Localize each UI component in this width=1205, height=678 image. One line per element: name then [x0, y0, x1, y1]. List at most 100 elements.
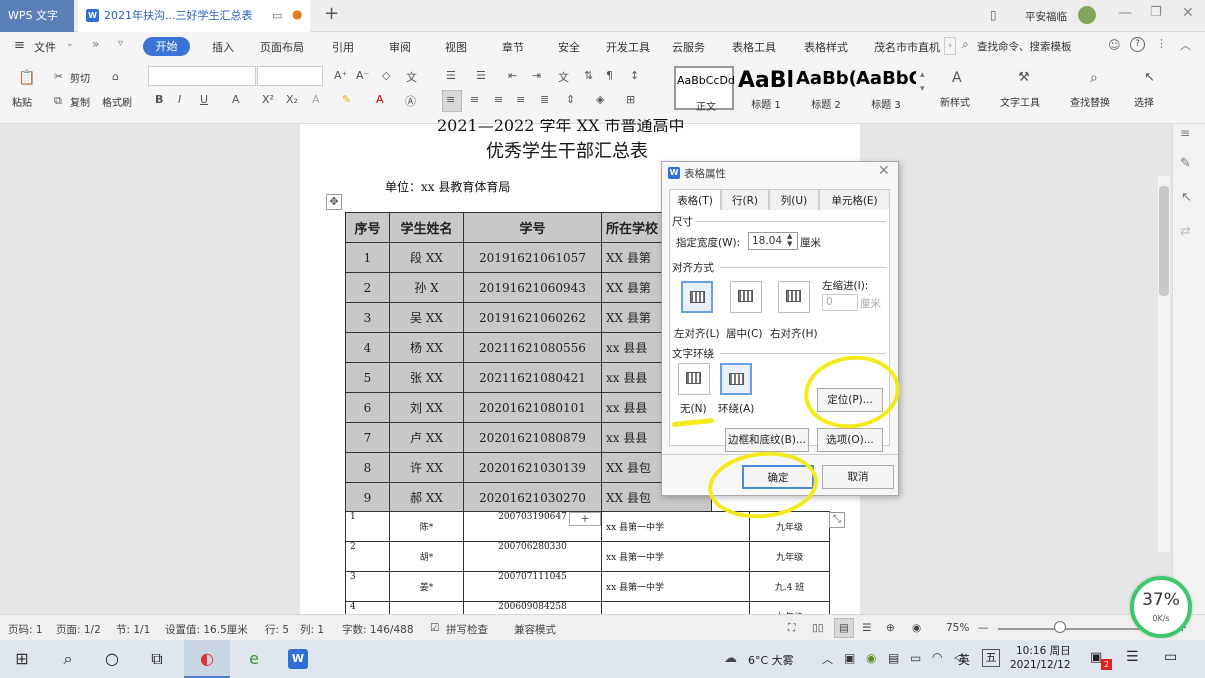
sidebar-expand-icon[interactable]: ≡	[1180, 126, 1190, 140]
superscript-icon[interactable]: X²	[262, 93, 274, 106]
shading-icon[interactable]: ◈	[596, 93, 604, 106]
cut-button[interactable]: 剪切	[70, 70, 90, 85]
align-right-label[interactable]: 右对齐(H)	[770, 326, 818, 341]
justify-icon[interactable]: ≡	[516, 93, 525, 106]
copy-icon[interactable]: ⧉	[54, 94, 62, 108]
wrap-none-option[interactable]	[678, 363, 710, 395]
align-right-option[interactable]	[778, 281, 810, 313]
cell-no[interactable]: 4	[345, 332, 390, 363]
cell-id[interactable]: 20201621030139	[463, 452, 602, 483]
text-tools-button[interactable]: 文字工具	[1000, 94, 1040, 109]
cell-no[interactable]: 8	[345, 452, 390, 483]
sidebar-edit-icon[interactable]: ✎	[1180, 156, 1191, 171]
cell-no[interactable]: 3	[345, 302, 390, 333]
status-words[interactable]: 字数: 146/488	[342, 622, 414, 637]
font-name-combo[interactable]	[148, 66, 256, 86]
cell-school[interactable]: xx 县第一中学	[601, 511, 750, 542]
action-center-icon[interactable]: ☰	[1126, 649, 1139, 665]
underline-icon[interactable]: U	[200, 93, 208, 106]
cell-no[interactable]: 9	[345, 482, 390, 513]
eye-protect-icon[interactable]: ◉	[912, 622, 921, 634]
tab-insert[interactable]: 插入	[212, 39, 234, 55]
tab-cell[interactable]: 单元格(E)	[819, 189, 890, 211]
cell-no[interactable]: 1	[345, 242, 390, 273]
window-icon[interactable]: ▭	[272, 9, 282, 22]
paste-icon[interactable]: 📋	[18, 70, 35, 86]
cell-no[interactable]: 7	[345, 422, 390, 453]
task-view-icon[interactable]: ⧉	[147, 649, 167, 669]
align-center-label[interactable]: 居中(C)	[726, 326, 763, 341]
web-view-icon[interactable]: ⊕	[886, 622, 895, 634]
browser-icon[interactable]: e	[244, 649, 264, 669]
windows-start-icon[interactable]: ⊞	[12, 649, 32, 669]
cell-name[interactable]: 孙 X	[389, 272, 464, 303]
numbering-icon[interactable]: ☰	[476, 69, 486, 82]
cell-name[interactable]: 吴 XX	[389, 302, 464, 333]
bold-icon[interactable]: B	[155, 93, 163, 106]
tab-security[interactable]: 安全	[558, 39, 580, 55]
search-icon[interactable]: ⌕	[58, 649, 78, 669]
cell-id[interactable]: 20211621080421	[463, 362, 602, 393]
increase-indent-icon[interactable]: ⇥	[532, 69, 541, 82]
double-chevron-icon[interactable]: »	[92, 37, 99, 51]
tray-expand-icon[interactable]: ︿	[822, 651, 833, 667]
cell-no[interactable]: 1	[345, 511, 390, 542]
cell-name[interactable]: 刘 XX	[389, 392, 464, 423]
menu-scroll-button[interactable]: ›	[944, 37, 956, 55]
sort-icon[interactable]: ⇅	[584, 69, 593, 82]
table-row[interactable]: 3吴 XX 20191621060262 XX 县第	[345, 302, 712, 333]
fullscreen-icon[interactable]: ⛶	[788, 622, 795, 635]
cell-id[interactable]: 200706280330	[463, 541, 602, 572]
cortana-icon[interactable]: ○	[102, 649, 122, 669]
spellcheck-icon[interactable]: ☑	[430, 622, 439, 634]
table-row[interactable]: 1段 XX 20191621061057 XX 县第	[345, 242, 712, 273]
tab-reference[interactable]: 引用	[332, 39, 354, 55]
text-effect-icon[interactable]: A	[312, 93, 320, 106]
style-heading-3[interactable]: AaBbC 标题 3	[856, 66, 916, 111]
bullets-icon[interactable]: ☰	[446, 69, 456, 82]
style-heading-2[interactable]: AaBb( 标题 2	[796, 66, 856, 111]
font-color-icon[interactable]: A	[376, 93, 384, 106]
tab-table-tools[interactable]: 表格工具	[732, 39, 776, 55]
cell-name[interactable]: 张 XX	[389, 362, 464, 393]
tab-home[interactable]: 开始	[143, 37, 190, 56]
cell-id[interactable]: 20211621080556	[463, 332, 602, 363]
cell-id[interactable]: 20201621080879	[463, 422, 602, 453]
hamburger-icon[interactable]: ≡	[14, 38, 25, 53]
scrollbar-thumb[interactable]	[1159, 186, 1169, 296]
minimize-button[interactable]: —	[1118, 5, 1132, 21]
add-row-button[interactable]: +	[569, 512, 601, 526]
paste-button[interactable]: 粘贴	[12, 94, 32, 109]
tab-column[interactable]: 列(U)	[769, 189, 819, 211]
table-row[interactable]: 6刘 XX 20201621080101 xx 县县	[345, 392, 712, 423]
options-button[interactable]: 选项(O)...	[817, 428, 883, 452]
decrease-indent-icon[interactable]: ⇤	[508, 69, 517, 82]
table-row[interactable]: 7卢 XX 20201621080879 xx 县县	[345, 422, 712, 453]
tab-view[interactable]: 视图	[445, 39, 467, 55]
tray-app3-icon[interactable]: ▤	[888, 651, 899, 665]
ime-input[interactable]: 五	[982, 649, 1000, 667]
cell-id[interactable]: 20201621030270	[463, 482, 602, 513]
restore-button[interactable]: ❐	[1150, 5, 1162, 20]
borders-icon[interactable]: ⊞	[626, 93, 635, 106]
clock-date[interactable]: 2021/12/12	[1010, 659, 1071, 671]
style-heading-1[interactable]: AaBl 标题 1	[736, 66, 796, 111]
cell-name[interactable]: 段 XX	[389, 242, 464, 273]
chevron-down-icon[interactable]: ⌄	[66, 39, 74, 49]
weather-text[interactable]: 6°C 大雾	[748, 652, 794, 668]
select-icon[interactable]: ↖	[1144, 70, 1155, 85]
zoom-out-icon[interactable]: —	[978, 622, 989, 634]
tab-developer[interactable]: 开发工具	[606, 39, 650, 55]
status-spellcheck[interactable]: 拼写检查	[446, 622, 488, 637]
format-painter-button[interactable]: 格式刷	[102, 94, 132, 109]
text-tools-icon[interactable]: ⚒	[1018, 70, 1030, 85]
paragraph-spacing-icon[interactable]: ⇕	[566, 93, 575, 106]
clock-time[interactable]: 10:16 周日	[1016, 643, 1071, 658]
align-center-icon[interactable]: ≡	[470, 93, 479, 106]
cell-id[interactable]: 20191621060262	[463, 302, 602, 333]
cell-no[interactable]: 6	[345, 392, 390, 423]
italic-icon[interactable]: I	[178, 93, 181, 106]
cell-no[interactable]: 3	[345, 571, 390, 602]
grow-font-icon[interactable]: A⁺	[334, 69, 347, 82]
style-normal[interactable]: AaBbCcDd 正文	[674, 66, 735, 113]
